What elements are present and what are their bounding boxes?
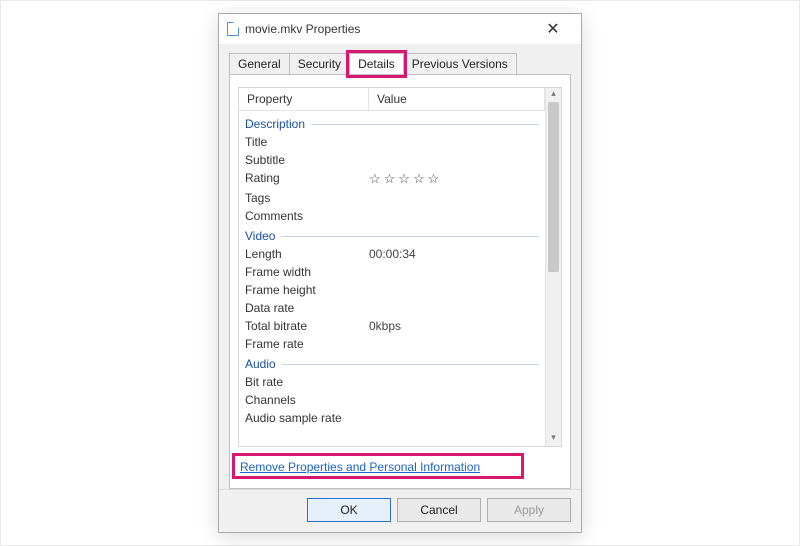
group-description: Description bbox=[239, 113, 545, 133]
group-audio: Audio bbox=[239, 353, 545, 373]
row-frame-rate[interactable]: Frame rate bbox=[239, 335, 545, 353]
prop-label: Rating bbox=[245, 171, 369, 187]
remove-properties-row: Remove Properties and Personal Informati… bbox=[238, 447, 562, 480]
prop-label: Frame height bbox=[245, 283, 369, 297]
prop-label: Channels bbox=[245, 393, 369, 407]
prop-value bbox=[369, 153, 545, 167]
group-audio-label: Audio bbox=[245, 357, 276, 371]
row-rating[interactable]: Rating☆☆☆☆☆ bbox=[239, 169, 545, 189]
prop-value bbox=[369, 411, 545, 425]
tab-details[interactable]: Details bbox=[349, 53, 404, 74]
property-list: Property Value Description Title Subtitl… bbox=[238, 87, 562, 447]
column-headers: Property Value bbox=[239, 88, 545, 111]
row-subtitle[interactable]: Subtitle bbox=[239, 151, 545, 169]
divider bbox=[282, 364, 539, 365]
prop-label: Length bbox=[245, 247, 369, 261]
prop-label: Tags bbox=[245, 191, 369, 205]
prop-label: Bit rate bbox=[245, 375, 369, 389]
row-title[interactable]: Title bbox=[239, 133, 545, 151]
header-value[interactable]: Value bbox=[369, 88, 545, 110]
properties-dialog: movie.mkv Properties ✕ General Security … bbox=[218, 13, 582, 533]
row-channels[interactable]: Channels bbox=[239, 391, 545, 409]
remove-properties-link[interactable]: Remove Properties and Personal Informati… bbox=[240, 460, 480, 474]
prop-label: Data rate bbox=[245, 301, 369, 315]
prop-label: Total bitrate bbox=[245, 319, 369, 333]
row-length[interactable]: Length00:00:34 bbox=[239, 245, 545, 263]
prop-value bbox=[369, 283, 545, 297]
tab-details-label: Details bbox=[358, 57, 395, 71]
header-property[interactable]: Property bbox=[239, 88, 369, 110]
tab-strip: General Security Details Previous Versio… bbox=[229, 50, 571, 74]
group-description-label: Description bbox=[245, 117, 305, 131]
tab-security[interactable]: Security bbox=[289, 53, 350, 74]
prop-value bbox=[369, 209, 545, 223]
prop-label: Audio sample rate bbox=[245, 411, 369, 425]
row-total-bitrate[interactable]: Total bitrate0kbps bbox=[239, 317, 545, 335]
client-area: General Security Details Previous Versio… bbox=[219, 44, 581, 489]
property-list-body[interactable]: Property Value Description Title Subtitl… bbox=[239, 88, 545, 446]
divider bbox=[281, 236, 539, 237]
window-title: movie.mkv Properties bbox=[245, 22, 533, 36]
prop-label: Frame rate bbox=[245, 337, 369, 351]
titlebar: movie.mkv Properties ✕ bbox=[219, 14, 581, 44]
tab-general[interactable]: General bbox=[229, 53, 290, 74]
vertical-scrollbar[interactable]: ▴ ▾ bbox=[545, 88, 561, 446]
prop-value bbox=[369, 393, 545, 407]
close-icon[interactable]: ✕ bbox=[533, 19, 573, 39]
prop-label: Subtitle bbox=[245, 153, 369, 167]
prop-label: Frame width bbox=[245, 265, 369, 279]
tab-previous-versions[interactable]: Previous Versions bbox=[403, 53, 517, 74]
prop-value bbox=[369, 191, 545, 205]
apply-button[interactable]: Apply bbox=[487, 498, 571, 522]
rating-stars-icon[interactable]: ☆☆☆☆☆ bbox=[369, 171, 545, 187]
rows: Description Title Subtitle Rating☆☆☆☆☆ T… bbox=[239, 111, 545, 431]
prop-value bbox=[369, 337, 545, 351]
prop-label: Comments bbox=[245, 209, 369, 223]
scroll-up-icon[interactable]: ▴ bbox=[546, 88, 561, 102]
row-frame-height[interactable]: Frame height bbox=[239, 281, 545, 299]
row-comments[interactable]: Comments bbox=[239, 207, 545, 225]
prop-value bbox=[369, 375, 545, 389]
prop-value: 00:00:34 bbox=[369, 247, 545, 261]
row-tags[interactable]: Tags bbox=[239, 189, 545, 207]
prop-value bbox=[369, 265, 545, 279]
scroll-thumb[interactable] bbox=[548, 102, 559, 272]
scroll-down-icon[interactable]: ▾ bbox=[546, 432, 561, 446]
dialog-buttons: OK Cancel Apply bbox=[219, 489, 581, 532]
details-tab-page: Property Value Description Title Subtitl… bbox=[229, 74, 571, 489]
prop-value bbox=[369, 301, 545, 315]
row-data-rate[interactable]: Data rate bbox=[239, 299, 545, 317]
group-video: Video bbox=[239, 225, 545, 245]
row-frame-width[interactable]: Frame width bbox=[239, 263, 545, 281]
file-icon bbox=[227, 22, 239, 36]
row-bit-rate[interactable]: Bit rate bbox=[239, 373, 545, 391]
row-audio-sample-rate[interactable]: Audio sample rate bbox=[239, 409, 545, 427]
group-video-label: Video bbox=[245, 229, 275, 243]
cancel-button[interactable]: Cancel bbox=[397, 498, 481, 522]
prop-label: Title bbox=[245, 135, 369, 149]
ok-button[interactable]: OK bbox=[307, 498, 391, 522]
prop-value: 0kbps bbox=[369, 319, 545, 333]
prop-value bbox=[369, 135, 545, 149]
divider bbox=[311, 124, 539, 125]
